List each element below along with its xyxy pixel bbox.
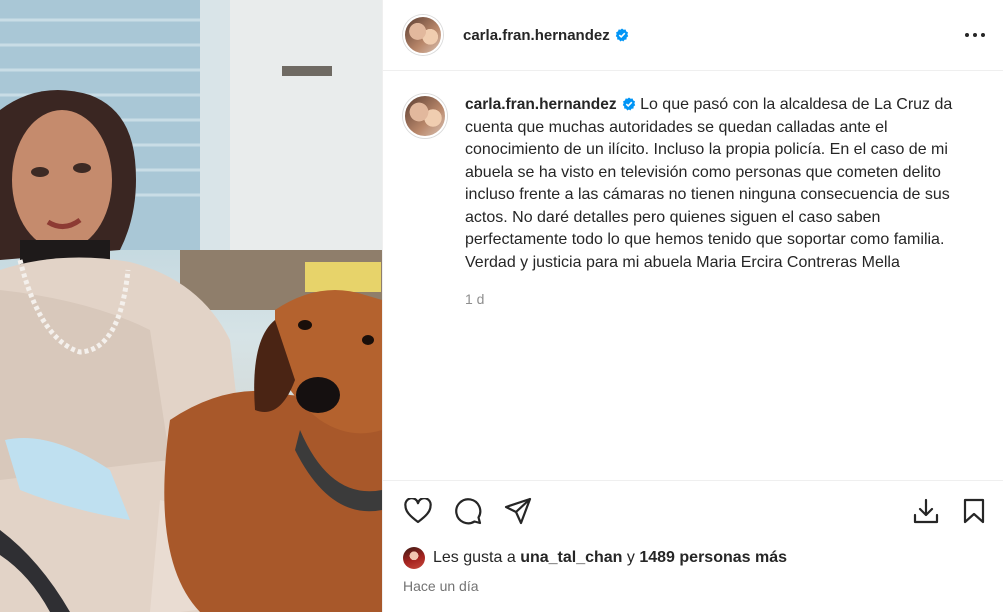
caption-author-avatar[interactable] (403, 94, 447, 138)
posted-time[interactable]: Hace un día (403, 578, 479, 594)
liked-by-username[interactable]: una_tal_chan (520, 549, 622, 567)
send-icon[interactable] (503, 496, 533, 526)
heart-icon[interactable] (403, 496, 433, 526)
caption-text: Lo que pasó con la alcaldesa de La Cruz … (465, 96, 953, 271)
post-photo[interactable] (0, 0, 382, 612)
post-details-panel: carla.fran.hernandez carla.fran.hernande… (382, 0, 1003, 612)
likes-summary: Les gusta a una_tal_chan y 1489 personas… (403, 547, 787, 569)
verified-badge-icon (622, 96, 636, 111)
caption-body: carla.fran.hernandez Lo que pasó con la … (465, 94, 970, 311)
author-username[interactable]: carla.fran.hernandez (463, 27, 610, 44)
post-actions-bar (383, 480, 1003, 540)
author-avatar[interactable] (403, 15, 443, 55)
caption-username[interactable]: carla.fran.hernandez (465, 96, 617, 113)
caption-timestamp[interactable]: 1 d (465, 288, 970, 311)
likes-others-count[interactable]: 1489 personas más (639, 549, 787, 567)
post-header: carla.fran.hernandez (383, 0, 1003, 71)
comment-icon[interactable] (453, 496, 483, 526)
verified-badge-icon (615, 28, 629, 42)
more-options-icon[interactable] (963, 23, 987, 47)
post-caption: carla.fran.hernandez Lo que pasó con la … (403, 94, 973, 311)
bookmark-icon[interactable] (959, 496, 989, 526)
likes-joiner: y (626, 549, 635, 566)
likes-prefix: Les gusta a (433, 549, 516, 566)
instagram-post: carla.fran.hernandez carla.fran.hernande… (0, 0, 1003, 612)
liker-avatar[interactable] (403, 547, 425, 569)
download-icon[interactable] (911, 496, 941, 526)
photo-illustration (0, 0, 382, 612)
